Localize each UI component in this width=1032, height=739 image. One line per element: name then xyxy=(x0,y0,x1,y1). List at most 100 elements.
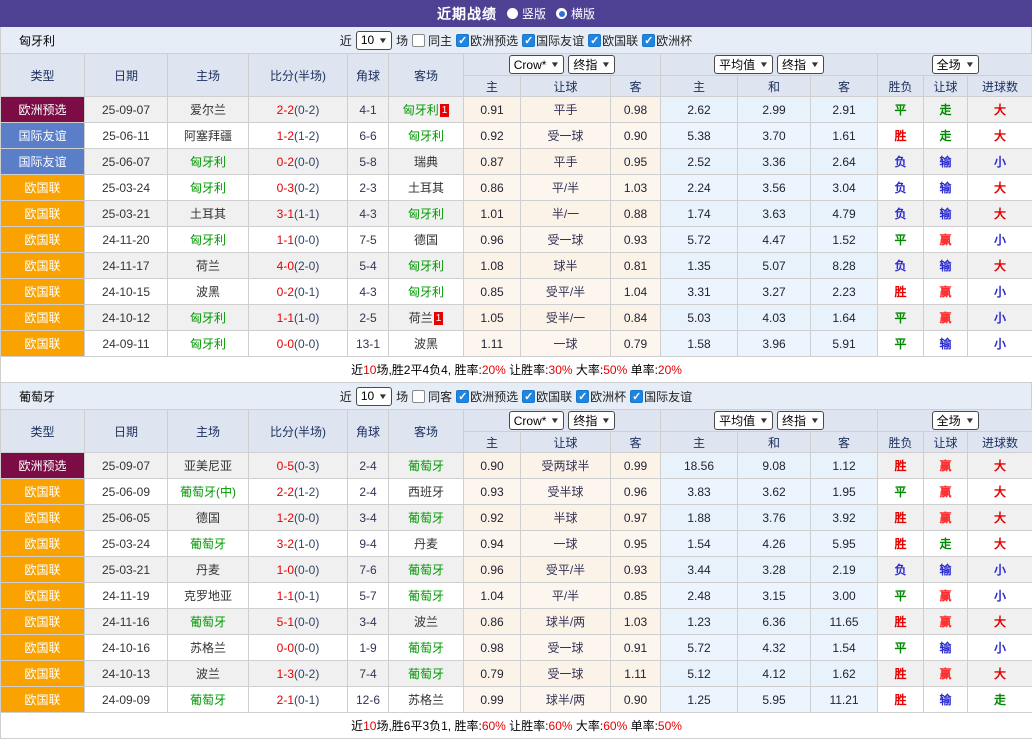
avg-draw-odds: 4.12 xyxy=(738,661,811,687)
fulltime-score: 3-2 xyxy=(277,537,294,551)
scope-select[interactable]: 全场▼ xyxy=(932,411,979,430)
summary-segment: 10 xyxy=(363,719,376,733)
result-goals: 小 xyxy=(968,331,1032,357)
bookmaker-select[interactable]: Crow*▼ xyxy=(509,411,565,430)
match-row: 欧国联24-11-16葡萄牙5-1(0-0)3-4波兰0.86球半/两1.031… xyxy=(1,609,1032,635)
title-bar: 近期战绩 竖版 横版 xyxy=(0,0,1032,27)
result-wdl: 胜 xyxy=(878,661,924,687)
match-count-select-value: 10 xyxy=(361,33,374,47)
sub-column-header: 主 xyxy=(661,432,738,453)
home-team-name: 葡萄牙 xyxy=(190,615,226,629)
home-team: 波兰 xyxy=(168,661,249,687)
avg-draw-odds: 4.47 xyxy=(738,227,811,253)
score: 1-1(0-1) xyxy=(249,583,348,609)
chevron-down-icon: ▼ xyxy=(964,416,974,425)
crow-away-odds: 0.93 xyxy=(611,557,661,583)
league-type-badge: 欧国联 xyxy=(1,253,85,279)
filter-near-label: 近 xyxy=(340,32,352,49)
corner-score: 5-4 xyxy=(348,253,389,279)
average-stage-select[interactable]: 终指▼ xyxy=(777,55,824,74)
average-select[interactable]: 平均值 ▼ xyxy=(714,55,773,74)
corner-score: 3-4 xyxy=(348,505,389,531)
halftime-score: (0-0) xyxy=(294,641,319,655)
match-date: 25-03-21 xyxy=(85,201,168,227)
same-venue-checkbox[interactable] xyxy=(412,34,425,47)
match-date: 25-06-11 xyxy=(85,123,168,149)
result-goals: 小 xyxy=(968,279,1032,305)
same-venue-checkbox[interactable] xyxy=(412,390,425,403)
league-type-badge: 欧洲预选 xyxy=(1,453,85,479)
chevron-down-icon: ▼ xyxy=(378,36,388,45)
result-goals: 小 xyxy=(968,583,1032,609)
sub-column-header: 胜负 xyxy=(878,76,924,97)
chevron-down-icon: ▼ xyxy=(378,392,388,401)
sub-column-header: 客 xyxy=(611,76,661,97)
same-venue-label: 同客 xyxy=(428,388,452,405)
odds-stage-select[interactable]: 终指▼ xyxy=(568,55,615,74)
fulltime-score: 1-1 xyxy=(277,589,294,603)
layout-option-vertical[interactable]: 竖版 xyxy=(507,5,546,22)
average-group-header: 平均值▼终指▼ xyxy=(661,410,878,432)
summary-segment: 10 xyxy=(363,363,376,377)
result-handicap: 输 xyxy=(924,687,968,713)
chevron-down-icon: ▼ xyxy=(759,60,769,69)
crow-home-odds: 0.96 xyxy=(464,227,521,253)
column-header: 客场 xyxy=(389,54,464,97)
fulltime-score: 1-1 xyxy=(277,233,294,247)
result-handicap: 输 xyxy=(924,557,968,583)
crow-home-odds: 1.05 xyxy=(464,305,521,331)
average-select-value: 平均值 xyxy=(719,56,755,73)
match-count-select[interactable]: 10 ▼ xyxy=(356,31,392,50)
home-team-name: 德国 xyxy=(196,511,220,525)
layout-option-horizontal[interactable]: 横版 xyxy=(556,5,595,22)
result-wdl: 平 xyxy=(878,479,924,505)
bookmaker-select[interactable]: Crow*▼ xyxy=(509,55,565,74)
crow-group-header: Crow*▼终指▼ xyxy=(464,410,661,432)
average-stage-select[interactable]: 终指▼ xyxy=(777,411,824,430)
league-checkbox[interactable] xyxy=(588,34,601,47)
sub-column-header: 和 xyxy=(738,76,811,97)
home-team: 葡萄牙 xyxy=(168,609,249,635)
chevron-down-icon: ▼ xyxy=(964,60,974,69)
avg-draw-odds: 3.70 xyxy=(738,123,811,149)
league-checkbox[interactable] xyxy=(522,390,535,403)
handicap-line: 一球 xyxy=(521,531,611,557)
sub-column-header: 主 xyxy=(464,432,521,453)
avg-home-odds: 2.52 xyxy=(661,149,738,175)
column-header: 主场 xyxy=(168,410,249,453)
match-date: 24-09-09 xyxy=(85,687,168,713)
result-goals: 大 xyxy=(968,97,1032,123)
odds-stage-select[interactable]: 终指▼ xyxy=(568,411,615,430)
fulltime-score: 1-1 xyxy=(277,311,294,325)
league-checkbox[interactable] xyxy=(456,34,469,47)
league-checkbox[interactable] xyxy=(576,390,589,403)
crow-home-odds: 0.99 xyxy=(464,687,521,713)
home-team: 匈牙利 xyxy=(168,305,249,331)
halftime-score: (2-0) xyxy=(294,259,319,273)
league-checkbox[interactable] xyxy=(456,390,469,403)
match-count-select[interactable]: 10▼ xyxy=(356,387,392,406)
crow-home-odds: 0.79 xyxy=(464,661,521,687)
average-select[interactable]: 平均值▼ xyxy=(714,411,773,430)
league-filter: 欧洲杯 xyxy=(576,388,626,405)
avg-draw-odds: 3.28 xyxy=(738,557,811,583)
home-team-name: 荷兰 xyxy=(196,259,220,273)
crow-away-odds: 0.90 xyxy=(611,123,661,149)
league-label: 欧洲杯 xyxy=(656,32,692,49)
score: 2-2(1-2) xyxy=(249,479,348,505)
radio-selected-icon xyxy=(556,8,567,19)
league-checkbox[interactable] xyxy=(642,34,655,47)
sub-column-header: 主 xyxy=(661,76,738,97)
filter-games-label: 场 xyxy=(396,32,408,49)
result-wdl: 胜 xyxy=(878,687,924,713)
match-date: 25-03-24 xyxy=(85,531,168,557)
halftime-score: (0-1) xyxy=(294,589,319,603)
avg-away-odds: 1.54 xyxy=(811,635,878,661)
scope-select[interactable]: 全场▼ xyxy=(932,55,979,74)
league-checkbox[interactable] xyxy=(522,34,535,47)
crow-away-odds: 1.03 xyxy=(611,175,661,201)
sub-column-header: 让球 xyxy=(924,76,968,97)
halftime-score: (0-0) xyxy=(294,233,319,247)
chevron-down-icon: ▼ xyxy=(810,60,820,69)
league-checkbox[interactable] xyxy=(630,390,643,403)
